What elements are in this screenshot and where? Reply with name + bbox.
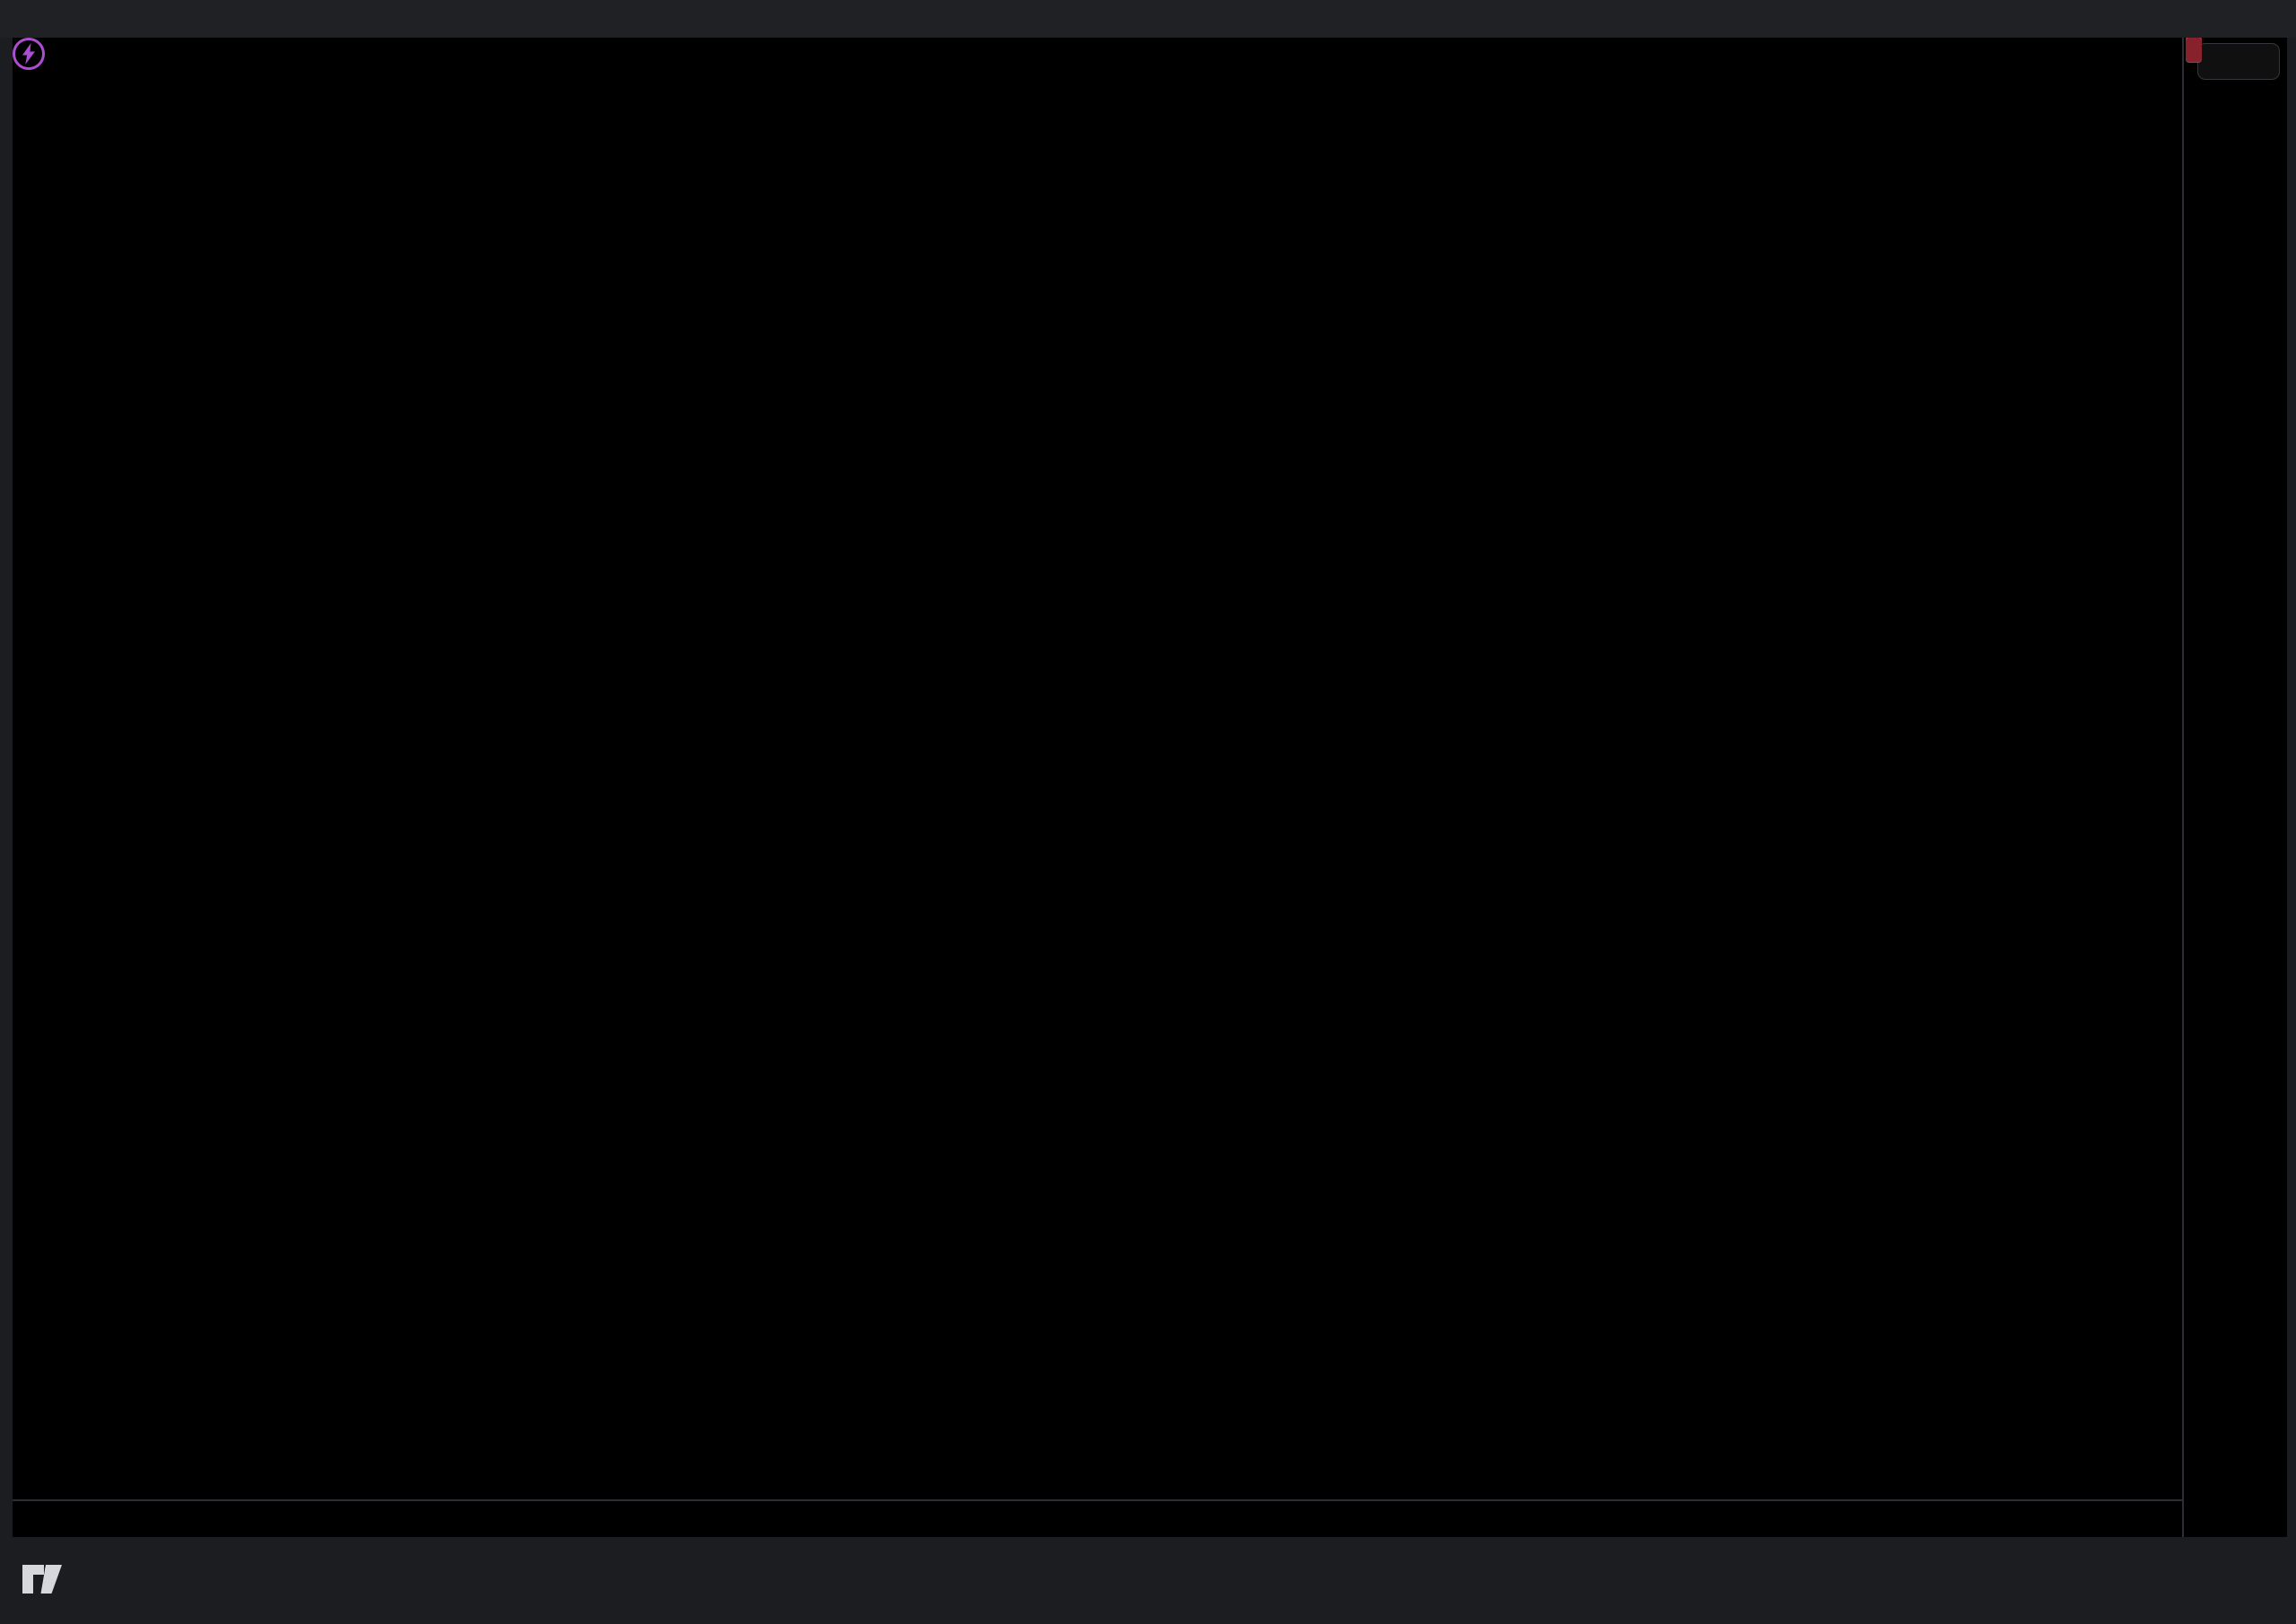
lightning-icon: [20, 42, 38, 65]
boost-lightning-button[interactable]: [13, 38, 45, 70]
time-scale[interactable]: [13, 1499, 2287, 1537]
currency-toggle-button[interactable]: [2197, 43, 2280, 80]
page-footer: [0, 1537, 2296, 1624]
chart-pane[interactable]: [13, 38, 2182, 1499]
price-scale[interactable]: [2182, 38, 2287, 1537]
tradingview-logo[interactable]: [22, 1564, 74, 1594]
tradingview-logo-icon: [22, 1564, 63, 1594]
attribution-bar: [0, 0, 2296, 38]
candlestick-canvas[interactable]: [13, 38, 2182, 1499]
chart-widget: [13, 38, 2287, 1537]
volume-value-badge: [2186, 38, 2202, 62]
